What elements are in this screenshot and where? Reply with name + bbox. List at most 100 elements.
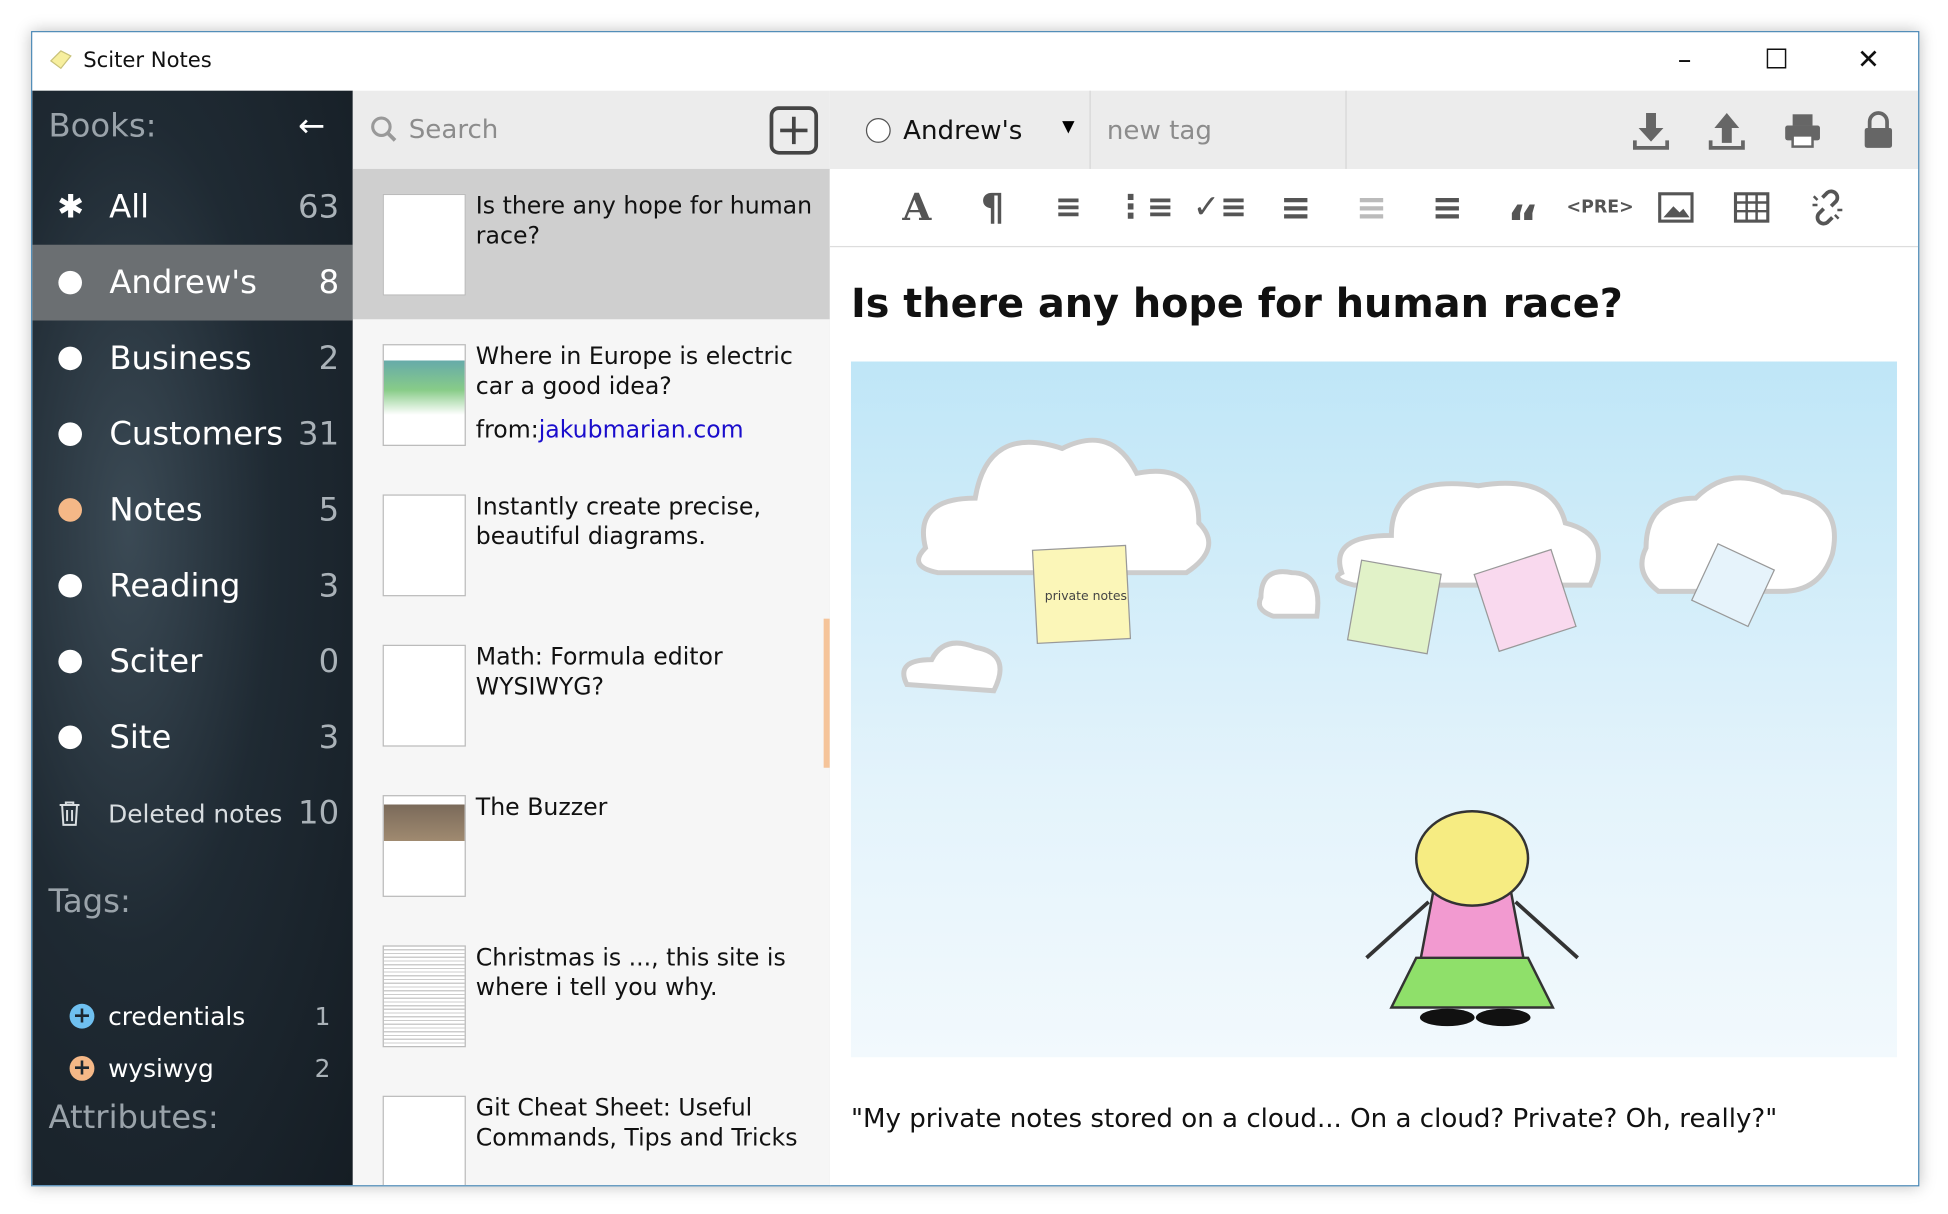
add-note-icon[interactable] <box>769 106 819 156</box>
books-heading: Books: <box>48 108 157 146</box>
book-sciter[interactable]: Sciter 0 <box>32 624 353 700</box>
close-button[interactable]: ✕ <box>1831 42 1906 82</box>
tag-credentials[interactable]: + credentials 1 <box>69 998 343 1035</box>
outdent-icon[interactable]: ≡ <box>1349 185 1394 230</box>
note-title: Christmas is ..., this site is where i t… <box>475 944 786 1002</box>
tag-count: 1 <box>314 1001 331 1032</box>
upload-icon[interactable] <box>1704 108 1749 153</box>
app-logo-icon <box>49 50 72 70</box>
format-toolbar: A ¶ ≡ ⋮≡ ✓≡ ≡ ≡ ≡ “ <PRE> <box>829 168 1919 253</box>
note-title: Where in Europe is electric car a good i… <box>475 342 793 401</box>
new-tag-input[interactable]: new tag <box>1091 90 1347 169</box>
lock-icon[interactable] <box>1856 108 1901 153</box>
note-item[interactable]: Math: Formula editor WYSIWYG? <box>353 620 830 770</box>
note-item[interactable]: Instantly create precise, beautiful diag… <box>353 470 830 620</box>
collapse-arrow-icon[interactable]: ← <box>298 108 325 145</box>
cloud-girl-illustration: private notes <box>901 437 1837 1027</box>
tag-label: wysiwyg <box>108 1053 214 1084</box>
unlink-icon[interactable] <box>1805 185 1850 230</box>
table-icon[interactable] <box>1729 185 1774 230</box>
download-icon[interactable] <box>1629 108 1674 153</box>
dropdown-arrow-icon: ▼ <box>1062 118 1075 137</box>
unordered-list-icon[interactable]: ⋮≡ <box>1114 185 1173 230</box>
note-item[interactable]: Where in Europe is electric car a good i… <box>353 319 830 469</box>
search-bar[interactable]: Search <box>352 90 830 171</box>
book-dot-icon <box>58 346 82 371</box>
note-title: Math: Formula editor WYSIWYG? <box>475 643 723 701</box>
book-count: 0 <box>318 642 340 681</box>
editor-pane: Andrew's ▼ new tag A ¶ ≡ ⋮≡ ✓≡ ≡ ≡ ≡ “ <P… <box>829 90 1919 1186</box>
note-item[interactable]: Is there any hope for human race? <box>352 168 830 320</box>
tag-wysiwyg[interactable]: + wysiwyg 2 <box>69 1050 343 1087</box>
book-label: Reading <box>109 567 241 605</box>
book-site[interactable]: Site 3 <box>32 699 353 775</box>
editor-header: Andrew's ▼ new tag <box>829 90 1919 171</box>
note-thumbnail <box>382 494 466 597</box>
book-dot-icon <box>58 649 82 674</box>
book-reading[interactable]: Reading 3 <box>32 548 353 624</box>
note-thumbnail <box>382 945 466 1048</box>
indent-icon[interactable]: ≡ <box>1425 185 1470 230</box>
note-thumbnail <box>382 344 466 446</box>
book-dot-icon <box>58 498 82 522</box>
book-business[interactable]: Business 2 <box>32 321 353 397</box>
note-caption: "My private notes stored on a cloud... O… <box>850 1103 1778 1133</box>
search-icon <box>371 116 397 142</box>
new-tag-placeholder: new tag <box>1106 115 1212 146</box>
note-thumbnail <box>382 795 466 897</box>
book-andrews[interactable]: Andrew's 8 <box>32 244 353 321</box>
trash-icon <box>59 800 80 826</box>
note-item[interactable]: Christmas is ..., this site is where i t… <box>353 921 830 1071</box>
from-label: from: <box>475 416 539 444</box>
note-item[interactable]: The Buzzer <box>353 770 830 920</box>
book-count: 3 <box>318 567 340 605</box>
source-link[interactable]: jakubmarian.com <box>539 416 744 443</box>
book-count: 8 <box>318 263 340 302</box>
sidebar: Books: ← ✱ All 63 Andrew's 8 Business 2 Cu… <box>32 90 353 1186</box>
tags-heading: Tags: <box>48 883 131 921</box>
minimize-button[interactable]: – <box>1647 42 1722 82</box>
book-label: Andrew's <box>109 263 257 302</box>
ordered-list-icon[interactable]: ≡ <box>1046 185 1091 230</box>
window-title: Sciter Notes <box>83 48 212 74</box>
pre-button[interactable]: <PRE> <box>1567 185 1634 230</box>
book-customers[interactable]: Customers 31 <box>32 396 353 472</box>
book-count: 5 <box>318 491 340 529</box>
book-name: Andrew's <box>903 114 1023 145</box>
book-dot-icon <box>58 573 82 598</box>
book-all[interactable]: ✱ All 63 <box>32 169 353 245</box>
book-label: Site <box>109 718 172 756</box>
deleted-notes[interactable]: Deleted notes 10 <box>32 775 353 851</box>
book-count: 2 <box>318 339 340 378</box>
sticky-note-text: private notes <box>1045 588 1127 603</box>
font-icon[interactable]: A <box>894 185 939 230</box>
note-item[interactable]: Git Cheat Sheet: Useful Commands, Tips a… <box>353 1071 830 1186</box>
title-bar: Sciter Notes – ☐ ✕ <box>32 32 1919 91</box>
justify-icon[interactable]: ≡ <box>1273 185 1318 230</box>
book-label: Sciter <box>109 642 203 681</box>
radio-icon <box>865 117 891 143</box>
search-input[interactable]: Search <box>409 114 499 144</box>
book-count: 3 <box>318 718 340 756</box>
book-notes[interactable]: Notes 5 <box>32 472 353 548</box>
print-icon[interactable] <box>1780 108 1825 153</box>
plus-icon[interactable]: + <box>69 1003 95 1029</box>
note-heading: Is there any hope for human race? <box>850 279 1623 327</box>
plus-icon[interactable]: + <box>69 1055 95 1081</box>
notes-list: Search Is there any hope for human race?… <box>352 90 832 1186</box>
book-selector[interactable]: Andrew's ▼ <box>830 90 1091 169</box>
note-title: Is there any hope for human race? <box>475 192 813 250</box>
book-dot-icon <box>58 725 82 750</box>
book-count: 63 <box>298 188 340 226</box>
image-icon[interactable] <box>1654 185 1699 230</box>
asterisk-icon: ✱ <box>57 188 85 226</box>
maximize-button[interactable]: ☐ <box>1739 42 1814 82</box>
app-window: Sciter Notes – ☐ ✕ Books: ← ✱ All 63 And… <box>31 31 1920 1187</box>
attributes-heading: Attributes: <box>48 1099 219 1137</box>
deleted-label: Deleted notes <box>108 798 283 828</box>
paragraph-icon[interactable]: ¶ <box>970 185 1015 230</box>
checklist-icon[interactable]: ✓≡ <box>1193 185 1247 230</box>
blockquote-icon[interactable]: “ <box>1501 185 1546 253</box>
book-label: Notes <box>109 491 203 529</box>
note-thumbnail <box>382 193 466 296</box>
